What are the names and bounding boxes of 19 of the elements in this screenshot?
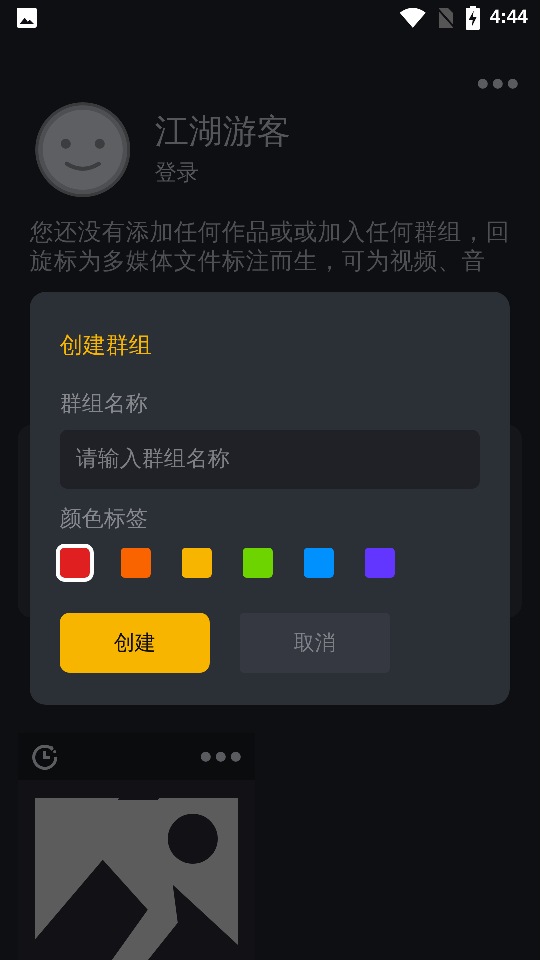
more-icon[interactable] bbox=[478, 78, 518, 90]
status-time: 4:44 bbox=[490, 7, 528, 29]
color-swatch[interactable] bbox=[56, 544, 94, 582]
group-name-field[interactable]: 请输入群组名称 bbox=[60, 430, 480, 489]
cancel-button[interactable]: 取消 bbox=[240, 613, 390, 673]
login-link[interactable]: 登录 bbox=[155, 158, 291, 188]
work-card[interactable] bbox=[18, 733, 255, 960]
dialog-title: 创建群组 bbox=[60, 332, 153, 361]
group-name-label: 群组名称 bbox=[60, 391, 149, 419]
wifi-icon bbox=[400, 8, 426, 28]
user-name: 江湖游客 bbox=[155, 112, 291, 152]
avatar-smiley-icon[interactable] bbox=[35, 102, 131, 198]
intro-text: 您还没有添加任何作品或或加入任何群组，回旋标为多媒体文件标注而生，可为视频、音 bbox=[30, 218, 511, 276]
image-icon bbox=[16, 7, 38, 29]
battery-charging-icon bbox=[466, 6, 480, 30]
clock-icon bbox=[32, 744, 58, 770]
create-button[interactable]: 创建 bbox=[60, 613, 210, 673]
color-tag-label: 颜色标签 bbox=[60, 506, 149, 534]
more-icon[interactable] bbox=[201, 750, 241, 762]
